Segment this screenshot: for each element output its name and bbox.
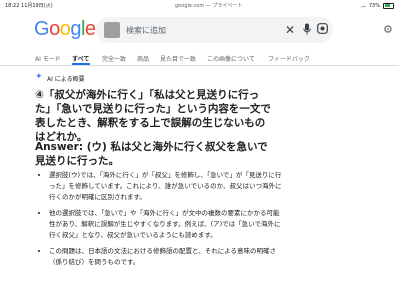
ai-overview-label: AI による概要 (47, 76, 85, 83)
settings-gear-icon[interactable]: ⚙ (383, 23, 393, 36)
explanation-list: 選択肢(ウ)では、「海外に行く」が「叔父」を修飾し、「急いで」が「見送りに行った… (35, 170, 285, 273)
tabs-divider (0, 65, 399, 66)
battery-percent: 73% (368, 2, 380, 9)
status-right: ︵ 73% (361, 2, 394, 9)
battery-icon (383, 2, 394, 9)
ai-sparkle-icon: ✦ (35, 72, 43, 82)
search-placeholder[interactable]: 検索に追加 (126, 25, 166, 36)
clear-icon[interactable]: ✕ (285, 23, 295, 37)
search-box[interactable]: 検索に追加 ✕ (96, 17, 333, 43)
private-label: — プライベート (205, 3, 243, 9)
wifi-icon: ︵ (360, 3, 366, 9)
status-date: 11月19日(火) (21, 3, 53, 9)
question-text: ④「叔父が海外に行く」「私は父と見送りに行った」「急いで見送りに行った」という内… (35, 89, 271, 143)
list-item: この問題は、日本語の文法における修飾語の配置と、それによる意味の明確さ（係り結び… (49, 246, 285, 268)
status-time: 18:22 (5, 3, 20, 9)
tab-products[interactable]: 商品 (137, 54, 149, 63)
tab-ai-mode[interactable]: AI モード (35, 54, 61, 63)
microphone-icon[interactable] (303, 23, 311, 39)
tab-all[interactable]: すべて (72, 54, 89, 63)
list-item: 選択肢(ウ)では、「海外に行く」が「叔父」を修飾し、「急いで」が「見送りに行った… (49, 170, 285, 203)
status-time-date: 18:22 11月19日(火) (5, 2, 53, 9)
google-logo[interactable]: Google (34, 18, 96, 41)
url-text: google.com (175, 3, 205, 9)
answer-text: Answer: (ウ) 私は父と海外に行く叔父を急いで見送りに行った。 (35, 141, 268, 167)
status-bar: 18:22 11月19日(火) google.com — プライベート ︵ 73… (0, 0, 399, 10)
tab-visual-matches[interactable]: 見た目で一致 (160, 54, 196, 63)
lens-icon[interactable] (317, 23, 328, 38)
url-indicator[interactable]: google.com — プライベート (175, 2, 242, 9)
tab-feedback[interactable]: フィードバック (268, 54, 310, 63)
list-item: 他の選択肢では、「急いで」や「海外に行く」が文中の複数の要素にかかる可能性があり… (49, 208, 285, 241)
tab-exact-match[interactable]: 完全一致 (102, 54, 126, 63)
tab-about-this-image[interactable]: この画像について (207, 54, 255, 63)
search-image-thumbnail[interactable] (104, 22, 120, 38)
search-tabs: AI モード すべて 完全一致 商品 見た目で一致 この画像について フィードバ… (0, 50, 399, 64)
